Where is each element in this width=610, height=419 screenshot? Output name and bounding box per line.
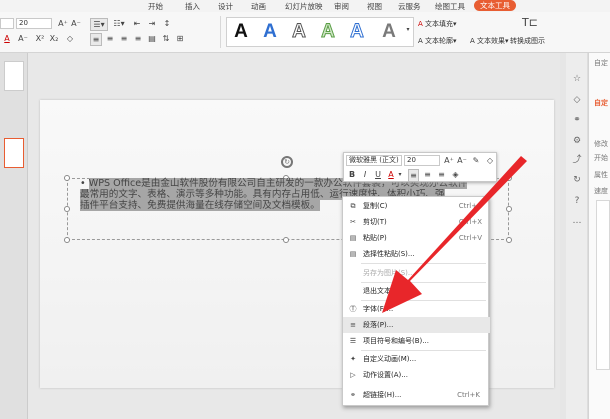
shape-icon[interactable]: ◇ — [572, 95, 582, 105]
refresh-icon[interactable]: ↻ — [572, 175, 582, 185]
settings-icon[interactable]: ⚙ — [572, 136, 582, 146]
panel-label-property: 属性 — [594, 171, 608, 179]
panel-title: 自定 — [594, 59, 608, 67]
help-icon[interactable]: ? — [572, 196, 582, 206]
share-icon[interactable]: ⤴ — [572, 155, 582, 165]
panel-label-speed: 速度 — [594, 187, 608, 195]
panel-label-start: 开始 — [594, 154, 608, 162]
link-icon[interactable]: ⚭ — [572, 115, 582, 125]
animation-list[interactable] — [596, 200, 610, 370]
panel-label-modify: 修改 — [594, 140, 608, 148]
more-icon[interactable]: … — [572, 216, 582, 226]
panel-heading: 自定 — [594, 99, 608, 107]
star-icon[interactable]: ☆ — [572, 74, 582, 84]
annotation-arrow — [382, 156, 527, 313]
annotation-arrow-layer — [382, 156, 527, 313]
right-icon-strip — [566, 53, 588, 419]
